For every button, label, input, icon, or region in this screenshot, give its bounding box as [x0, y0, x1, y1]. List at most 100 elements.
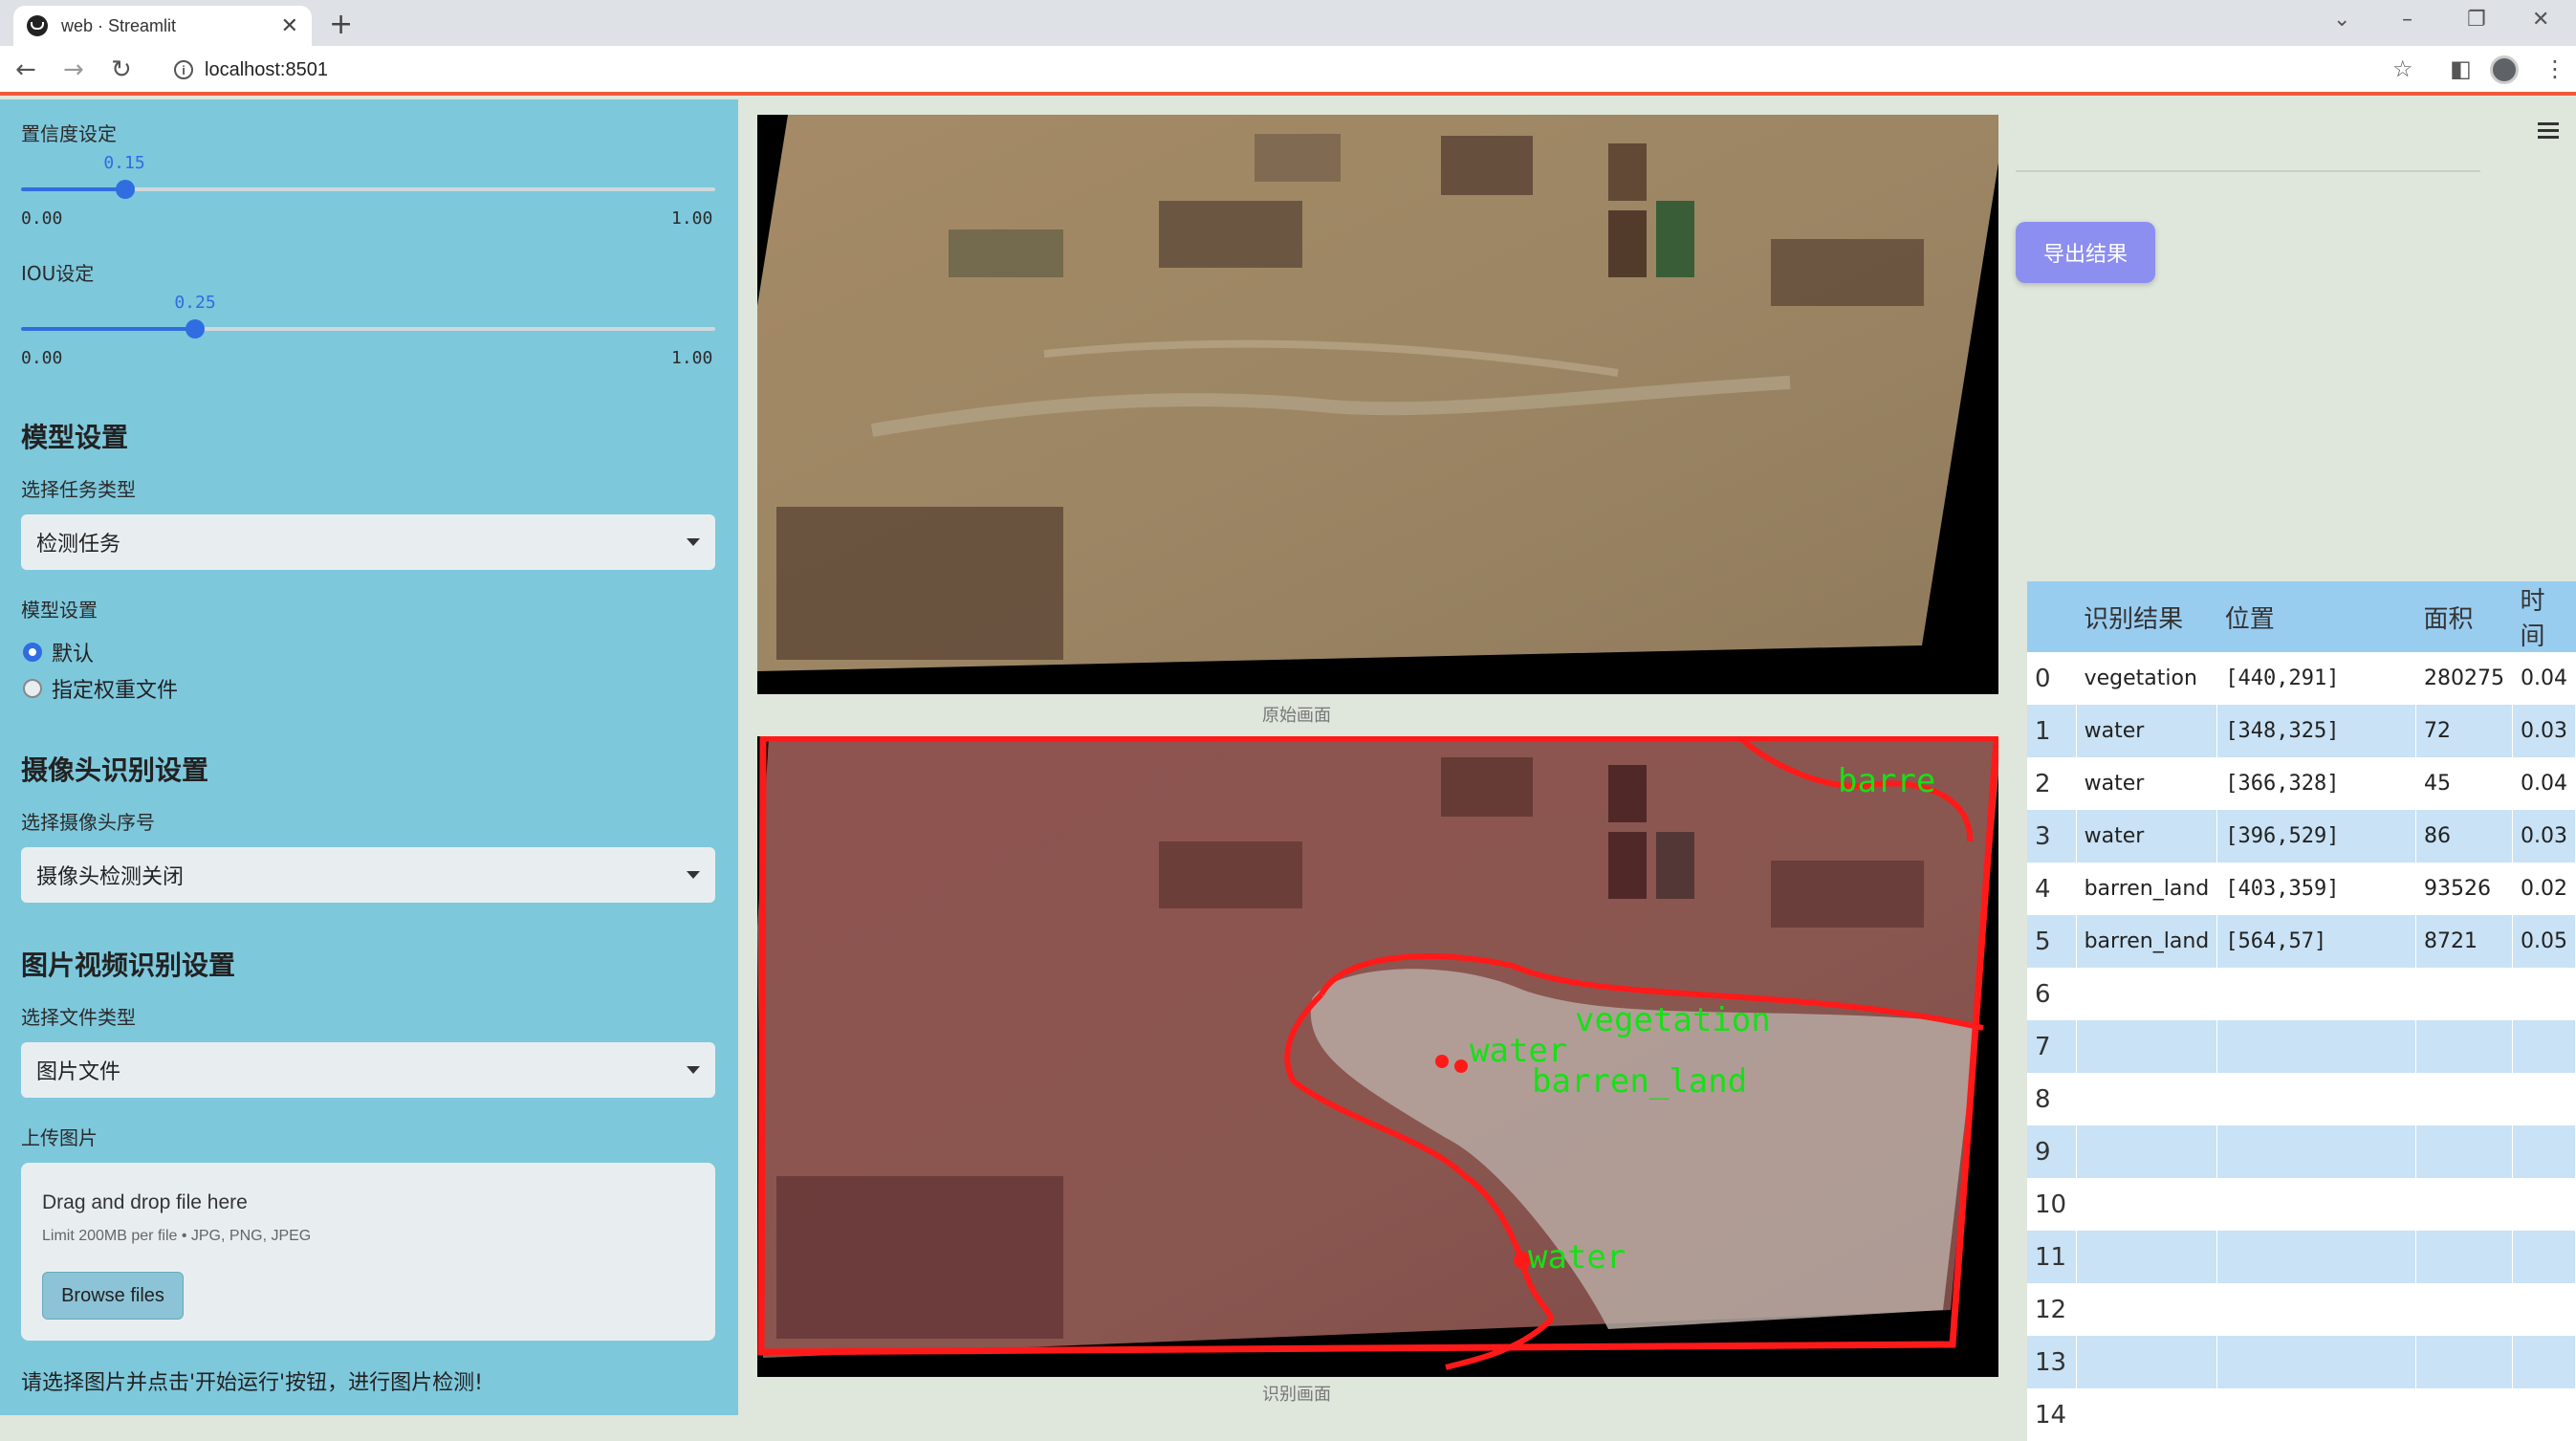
row-position — [2216, 1336, 2417, 1388]
forward-icon[interactable]: → — [63, 55, 84, 84]
row-result: water — [2076, 757, 2218, 810]
row-index: 6 — [2027, 968, 2077, 1020]
side-panel-icon[interactable]: ◧ — [2450, 55, 2472, 82]
avatar — [2490, 55, 2519, 84]
file-type-select[interactable]: 图片文件 — [21, 1042, 715, 1098]
camera-settings-header: 摄像头识别设置 — [21, 754, 209, 786]
row-area — [2415, 1178, 2513, 1231]
chevron-down-icon — [687, 538, 700, 546]
model-settings-header: 模型设置 — [21, 422, 129, 453]
iou-max: 1.00 — [671, 348, 713, 368]
row-area: 8721 — [2415, 915, 2513, 968]
minimize-icon[interactable]: – — [2402, 8, 2412, 32]
tab-search-icon[interactable]: ⌄ — [2333, 8, 2350, 32]
table-row[interactable]: 6 — [2027, 968, 2576, 1020]
iou-slider[interactable] — [21, 319, 715, 338]
bookmark-star-icon[interactable]: ☆ — [2392, 55, 2413, 82]
close-tab-icon[interactable]: ✕ — [281, 13, 298, 38]
dropzone-limit: Limit 200MB per file • JPG, PNG, JPEG — [42, 1228, 312, 1244]
table-row[interactable]: 1 water [348,325] 72 0.03 — [2027, 705, 2576, 757]
row-position — [2216, 968, 2417, 1020]
row-result — [2076, 1336, 2218, 1388]
radio-custom-weights[interactable]: 指定权重文件 — [23, 673, 178, 704]
camera-index-select[interactable]: 摄像头检测关闭 — [21, 847, 715, 903]
row-index: 8 — [2027, 1073, 2077, 1125]
hamburger-menu-icon[interactable] — [2538, 122, 2559, 142]
table-row[interactable]: 12 — [2027, 1283, 2576, 1336]
table-row[interactable]: 10 — [2027, 1178, 2576, 1231]
original-image — [757, 115, 1998, 694]
table-row[interactable]: 4 barren_land [403,359] 93526 0.02 — [2027, 862, 2576, 915]
browser-tab[interactable]: web · Streamlit ✕ — [13, 6, 312, 46]
file-dropzone[interactable]: Drag and drop file here Limit 200MB per … — [21, 1163, 715, 1341]
satellite-image-detected: barre vegetation water barren_land water — [757, 736, 1998, 1377]
row-time — [2512, 968, 2576, 1020]
profile-icon[interactable] — [2490, 55, 2519, 84]
browse-files-button[interactable]: Browse files — [42, 1272, 184, 1320]
row-index: 11 — [2027, 1231, 2077, 1283]
confidence-min: 0.00 — [21, 208, 63, 229]
row-result — [2076, 1020, 2218, 1073]
back-icon[interactable]: ← — [15, 55, 36, 84]
iou-slider-fill — [21, 327, 195, 331]
row-time: 0.04 — [2512, 757, 2576, 810]
row-area — [2415, 1073, 2513, 1125]
table-row[interactable]: 13 — [2027, 1336, 2576, 1388]
detection-label-water-2: water — [1528, 1238, 1626, 1277]
row-area: 72 — [2415, 705, 2513, 757]
table-row[interactable]: 9 — [2027, 1125, 2576, 1178]
iou-slider-thumb[interactable] — [185, 319, 205, 338]
row-time — [2512, 1336, 2576, 1388]
iou-min: 0.00 — [21, 348, 63, 368]
chevron-down-icon — [687, 1066, 700, 1074]
row-position: [366,328] — [2216, 757, 2417, 810]
col-area: 面积 — [2415, 581, 2513, 652]
table-row[interactable]: 0 vegetation [440,291] 280275 0.04 — [2027, 652, 2576, 705]
restore-icon[interactable]: ❐ — [2467, 8, 2486, 32]
confidence-slider-thumb[interactable] — [115, 180, 135, 199]
close-window-icon[interactable]: ✕ — [2532, 8, 2549, 32]
radio-selected-icon — [23, 643, 42, 662]
upload-label: 上传图片 — [21, 1126, 98, 1149]
iou-value: 0.25 — [174, 293, 216, 313]
table-row[interactable]: 5 barren_land [564,57] 8721 0.05 — [2027, 915, 2576, 968]
row-index: 0 — [2027, 652, 2077, 705]
instruction-text: 请选择图片并点击'开始运行'按钮，进行图片检测! — [21, 1371, 483, 1395]
row-position — [2216, 1231, 2417, 1283]
export-results-button[interactable]: 导出结果 — [2016, 222, 2155, 283]
url-field[interactable]: i localhost:8501 — [168, 52, 2368, 88]
new-tab-icon[interactable]: + — [329, 8, 353, 41]
row-position — [2216, 1020, 2417, 1073]
row-position — [2216, 1073, 2417, 1125]
row-position: [564,57] — [2216, 915, 2417, 968]
row-time: 0.03 — [2512, 705, 2576, 757]
col-time: 时间 — [2512, 581, 2576, 652]
row-area: 86 — [2415, 810, 2513, 862]
row-time: 0.03 — [2512, 810, 2576, 862]
row-index: 3 — [2027, 810, 2077, 862]
row-result — [2076, 1283, 2218, 1336]
detection-label-barren-land: barren_land — [1532, 1062, 1747, 1101]
radio-default-label: 默认 — [52, 643, 95, 666]
file-type-value: 图片文件 — [36, 1060, 121, 1084]
browser-menu-icon[interactable]: ⋮ — [2543, 55, 2566, 82]
site-info-icon[interactable]: i — [174, 60, 193, 79]
row-area: 280275 — [2415, 652, 2513, 705]
confidence-max: 1.00 — [671, 208, 713, 229]
radio-default[interactable]: 默认 — [23, 637, 94, 667]
table-row[interactable]: 2 water [366,328] 45 0.04 — [2027, 757, 2576, 810]
table-row[interactable]: 11 — [2027, 1231, 2576, 1283]
row-area: 45 — [2415, 757, 2513, 810]
confidence-slider[interactable] — [21, 180, 715, 199]
radio-custom-weights-label: 指定权重文件 — [52, 679, 179, 703]
radio-unselected-icon — [23, 679, 42, 698]
row-index: 12 — [2027, 1283, 2077, 1336]
tab-title: web · Streamlit — [61, 15, 177, 35]
table-row[interactable]: 8 — [2027, 1073, 2576, 1125]
task-type-select[interactable]: 检测任务 — [21, 514, 715, 570]
reload-icon[interactable]: ↻ — [111, 55, 132, 84]
table-row[interactable]: 7 — [2027, 1020, 2576, 1073]
table-row[interactable]: 3 water [396,529] 86 0.03 — [2027, 810, 2576, 862]
row-position: [348,325] — [2216, 705, 2417, 757]
row-index: 2 — [2027, 757, 2077, 810]
